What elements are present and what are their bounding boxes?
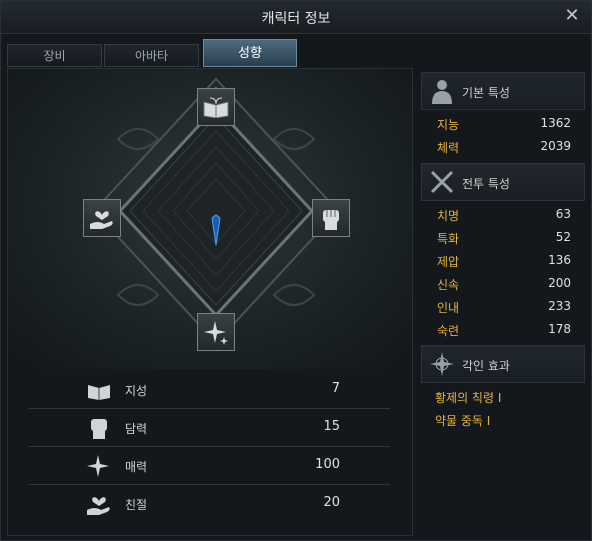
- stat-name: 지능: [437, 118, 460, 132]
- slot-charm[interactable]: [197, 313, 235, 351]
- trait-name: 매력: [125, 460, 148, 474]
- compass-rose-icon: [428, 350, 456, 378]
- trait-row: 매력 100: [28, 447, 390, 485]
- stat-row: 체력 2039: [421, 135, 585, 158]
- stat-name: 숙련: [437, 324, 460, 338]
- stat-row: 신속 200: [421, 272, 585, 295]
- trait-value: 100: [315, 457, 340, 472]
- stat-row: 제압 136: [421, 249, 585, 272]
- stat-row: 치명 63: [421, 203, 585, 226]
- stat-name: 특화: [437, 232, 460, 246]
- stat-value: 2039: [540, 139, 571, 153]
- tab-tendency[interactable]: 성향: [203, 39, 297, 67]
- engravings-title: 각인 효과: [462, 359, 510, 373]
- slot-courage[interactable]: [312, 199, 350, 237]
- window-title: 캐릭터 정보: [261, 11, 331, 27]
- person-icon: [428, 77, 456, 105]
- fist-icon: [86, 415, 112, 441]
- stat-value: 178: [548, 322, 571, 336]
- trait-list: 지성 7 담력 15 매력 100 친절 20: [28, 371, 390, 522]
- crossed-swords-icon: [428, 168, 456, 196]
- trait-row: 지성 7: [28, 371, 390, 409]
- stat-name: 체력: [437, 141, 460, 155]
- stat-name: 신속: [437, 278, 460, 292]
- trait-name: 친절: [125, 498, 148, 512]
- engraving-name: 황제의 칙령 I: [435, 391, 502, 405]
- trait-row: 담력 15: [28, 409, 390, 447]
- combat-stats-section: 전투 특성 치명 63 특화 52 제압 136 신속 200 인내 233 숙련 178: [421, 163, 585, 341]
- engraving-item[interactable]: 황제의 칙령 I: [421, 385, 585, 408]
- stat-value: 200: [548, 276, 571, 290]
- tendency-panel: 지성 7 담력 15 매력 100 친절 20: [7, 68, 413, 536]
- trait-row: 친절 20: [28, 485, 390, 522]
- trait-name: 지성: [125, 384, 148, 398]
- stat-row: 숙련 178: [421, 318, 585, 341]
- stat-value: 233: [548, 299, 571, 313]
- stat-name: 제압: [437, 255, 460, 269]
- stat-value: 63: [555, 207, 571, 221]
- trait-name: 담력: [125, 422, 148, 436]
- stat-value: 1362: [540, 116, 571, 130]
- sparkle-icon: [204, 321, 228, 345]
- trait-value: 15: [323, 419, 340, 434]
- slot-intellect[interactable]: [197, 88, 235, 126]
- engravings-section: 각인 효과 황제의 칙령 I 약물 중독 I: [421, 345, 585, 431]
- combat-stats-header: 전투 특성: [421, 163, 585, 201]
- engravings-header: 각인 효과: [421, 345, 585, 383]
- stats-panel: 기본 특성 지능 1362 체력 2039 전투 특성 치명 63 특화 52 제압 13…: [421, 72, 585, 536]
- title-bar[interactable]: 캐릭터 정보 ✕: [1, 1, 591, 34]
- character-info-window: 캐릭터 정보 ✕ 장비 아바타 성향 지성 7 담력 15 매력 100 친절 …: [0, 0, 592, 541]
- stat-name: 치명: [437, 209, 460, 223]
- fist-icon: [323, 210, 339, 230]
- stat-value: 52: [555, 230, 571, 244]
- tab-equipment[interactable]: 장비: [7, 44, 102, 67]
- stat-value: 136: [548, 253, 571, 267]
- heart-hand-icon: [90, 211, 113, 229]
- basic-stats-header: 기본 특성: [421, 72, 585, 110]
- book-icon: [86, 377, 112, 403]
- stat-row: 인내 233: [421, 295, 585, 318]
- book-icon: [203, 97, 229, 118]
- stat-row: 지능 1362: [421, 112, 585, 135]
- slot-kindness[interactable]: [83, 199, 121, 237]
- engraving-name: 약물 중독 I: [435, 414, 491, 428]
- stat-name: 인내: [437, 301, 460, 315]
- heart-hand-icon: [86, 491, 112, 517]
- trait-value: 20: [323, 495, 340, 510]
- combat-stats-title: 전투 특성: [462, 177, 510, 191]
- engraving-item[interactable]: 약물 중독 I: [421, 408, 585, 431]
- sparkle-icon: [86, 453, 112, 479]
- trait-value: 7: [331, 381, 340, 396]
- tendency-board: [8, 69, 412, 369]
- basic-stats-section: 기본 특성 지능 1362 체력 2039: [421, 72, 585, 158]
- basic-stats-title: 기본 특성: [462, 86, 510, 100]
- close-button[interactable]: ✕: [561, 5, 583, 27]
- tab-avatar[interactable]: 아바타: [104, 44, 199, 67]
- stat-row: 특화 52: [421, 226, 585, 249]
